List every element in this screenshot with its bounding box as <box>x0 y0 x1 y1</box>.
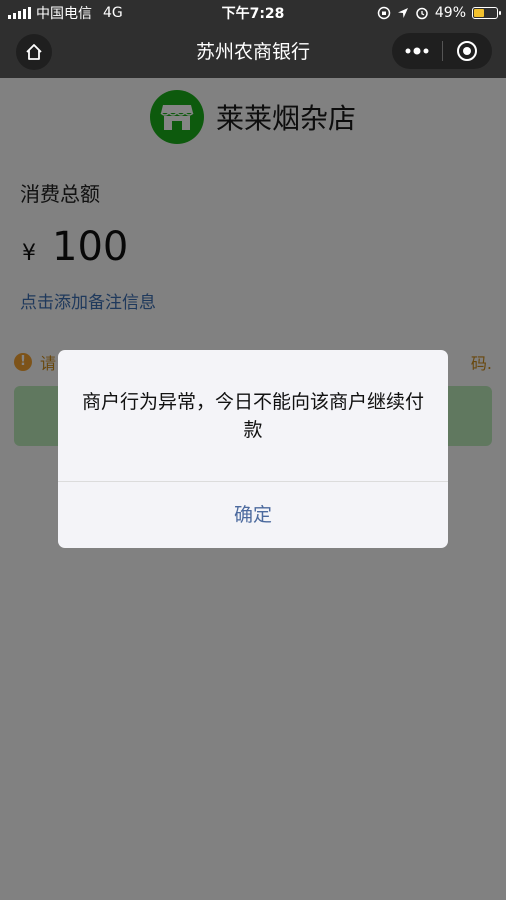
status-bar: 中国电信 4G 下午7:28 49% <box>0 0 506 26</box>
nav-bar: 苏州农商银行 <box>0 26 506 78</box>
status-left: 中国电信 4G <box>8 3 178 23</box>
status-right: 49% <box>328 5 501 21</box>
battery-icon <box>472 7 501 19</box>
battery-fill <box>474 9 484 17</box>
more-dots-icon <box>405 47 429 55</box>
location-icon <box>397 8 408 18</box>
more-button[interactable] <box>392 33 442 69</box>
status-time: 下午7:28 <box>221 6 285 22</box>
rotation-lock-icon <box>377 6 391 20</box>
battery-percent: 49% <box>434 5 466 21</box>
carrier-label: 中国电信 <box>36 6 92 22</box>
dialog-message: 商户行为异常，今日不能向该商户继续付款 <box>81 391 424 441</box>
signal-icon <box>8 7 31 19</box>
close-target-icon <box>457 41 478 61</box>
capsule-menu <box>392 33 492 69</box>
network-label: 4G <box>103 5 123 21</box>
alert-dialog: 商户行为异常，今日不能向该商户继续付款 确定 <box>58 350 448 548</box>
close-button[interactable] <box>443 33 493 69</box>
confirm-button[interactable]: 确定 <box>58 482 448 548</box>
alarm-icon <box>416 7 428 20</box>
